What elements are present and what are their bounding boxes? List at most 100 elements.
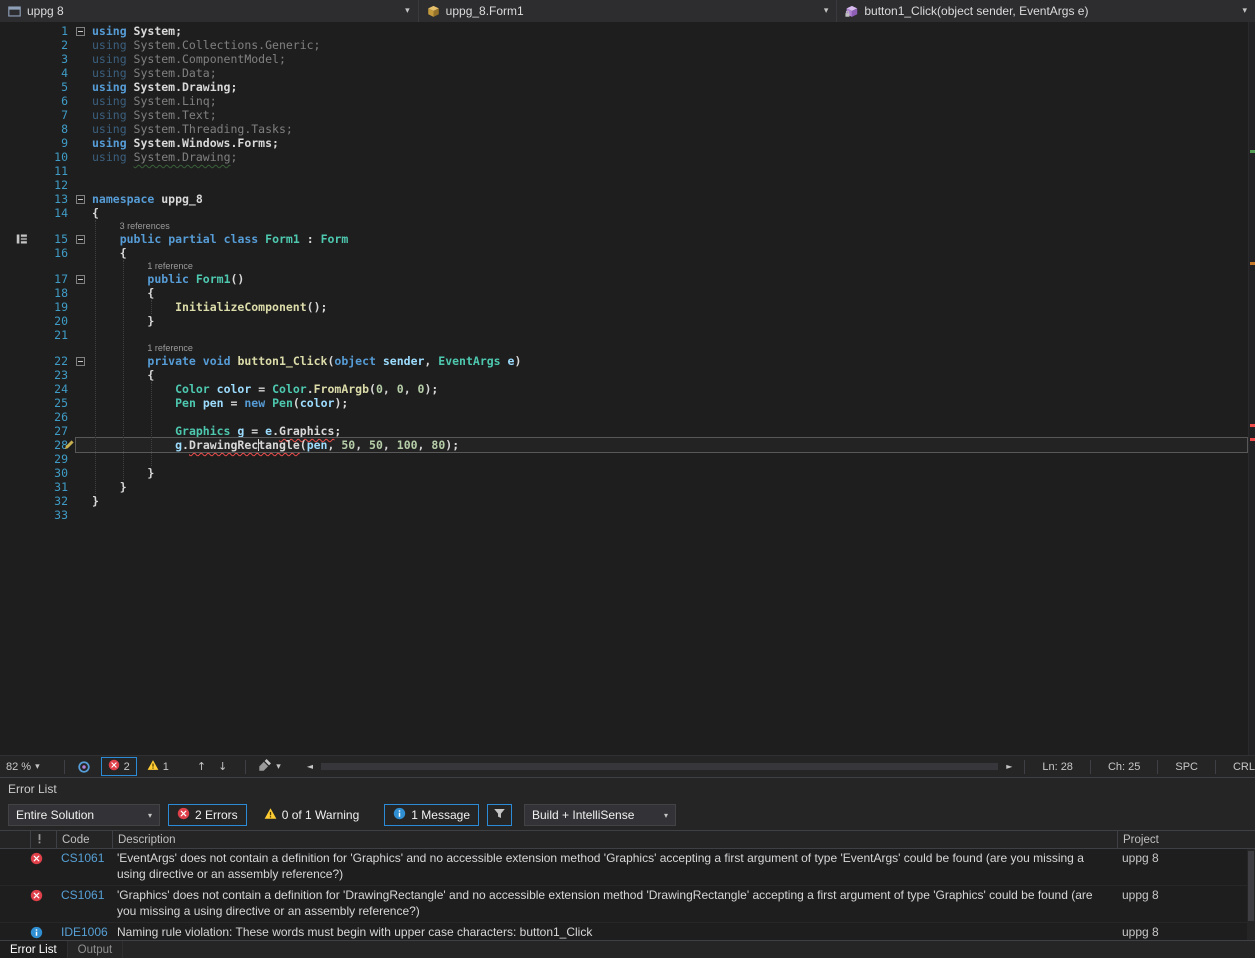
code-line-22[interactable]: 22 private void button1_Click(object sen… [0, 354, 1247, 368]
warning-count-button[interactable]: 1 [141, 756, 175, 777]
code-line-19[interactable]: 19 InitializeComponent(); [0, 300, 1247, 314]
description-column-header[interactable]: Description [112, 831, 1117, 848]
next-issue-button[interactable]: ↓ [212, 756, 233, 777]
fold-collapse-icon[interactable] [76, 26, 85, 36]
messages-filter-button[interactable]: 1 Message [384, 804, 479, 826]
filter-button[interactable] [487, 804, 512, 826]
line-number[interactable]: 23 [26, 368, 68, 382]
error-code-link[interactable]: CS1061 [56, 888, 112, 902]
error-list-row[interactable]: CS1061 'EventArgs' does not contain a def… [0, 849, 1255, 886]
project-dropdown[interactable]: uppg 8 ▾ [0, 0, 419, 22]
outline-margin[interactable] [76, 232, 92, 246]
error-list-scrollbar[interactable] [1247, 849, 1255, 940]
line-number[interactable]: 7 [26, 108, 68, 122]
fold-collapse-icon[interactable] [76, 274, 85, 284]
outline-margin[interactable] [76, 272, 92, 286]
error-code-link[interactable]: CS1061 [56, 851, 112, 865]
code-line-7[interactable]: 7 using System.Text; [0, 108, 1247, 122]
line-number[interactable]: 6 [26, 94, 68, 108]
reference-count-label[interactable]: 1 reference [92, 260, 193, 272]
tab-error-list[interactable]: Error List [0, 941, 68, 958]
space-mode-indicator[interactable]: SPC [1164, 761, 1209, 773]
code-line-31[interactable]: 31 } [0, 480, 1247, 494]
fold-collapse-icon[interactable] [76, 194, 85, 204]
error-code-link[interactable]: IDE1006 [56, 925, 112, 939]
code-line-13[interactable]: 13 namespace uppg_8 [0, 192, 1247, 206]
outline-margin[interactable] [76, 24, 92, 38]
line-number[interactable]: 13 [26, 192, 68, 206]
code-line-28[interactable]: 28 g.DrawingRectangle(pen, 50, 50, 100, … [0, 437, 1248, 453]
line-number[interactable]: 30 [26, 466, 68, 480]
line-number[interactable]: 27 [26, 424, 68, 438]
code-line-26[interactable]: 26 [0, 410, 1247, 424]
line-number[interactable]: 33 [26, 508, 68, 522]
line-number[interactable]: 11 [26, 164, 68, 178]
code-line-11[interactable]: 11 [0, 164, 1247, 178]
code-line-16[interactable]: 16 { [0, 246, 1247, 260]
code-line-6[interactable]: 6 using System.Linq; [0, 94, 1247, 108]
vertical-scrollbar[interactable] [1248, 22, 1255, 755]
code-column-header[interactable]: Code [56, 831, 112, 848]
line-number[interactable]: 1 [26, 24, 68, 38]
code-editor[interactable]: 1 using System; 2 using System.Collections.… [0, 22, 1255, 755]
line-number[interactable]: 9 [26, 136, 68, 150]
line-number[interactable]: 28 [26, 438, 68, 452]
document-health-icon[interactable] [71, 756, 97, 777]
line-indicator[interactable]: Ln: 28 [1031, 761, 1084, 773]
scope-filter-dropdown[interactable]: Entire Solution ▾ [8, 804, 160, 826]
error-count-button[interactable]: 2 [100, 757, 137, 776]
fold-collapse-icon[interactable] [76, 234, 85, 244]
line-number[interactable]: 26 [26, 410, 68, 424]
line-number[interactable]: 24 [26, 382, 68, 396]
error-list-row[interactable]: IDE1006 Naming rule violation: These word… [0, 923, 1255, 940]
code-line-20[interactable]: 20 } [0, 314, 1247, 328]
code-line-15[interactable]: 15 public partial class Form1 : Form [0, 232, 1247, 246]
line-number[interactable]: 8 [26, 122, 68, 136]
line-number[interactable]: 5 [26, 80, 68, 94]
line-ending-indicator[interactable]: CRL [1222, 761, 1255, 773]
line-number[interactable]: 21 [26, 328, 68, 342]
previous-issue-button[interactable]: ↑ [191, 756, 212, 777]
line-number[interactable]: 4 [26, 66, 68, 80]
line-number[interactable]: 29 [26, 452, 68, 466]
code-line-18[interactable]: 18 { [0, 286, 1247, 300]
codelens-annotation[interactable]: 1 reference [0, 342, 1247, 354]
line-number[interactable]: 32 [26, 494, 68, 508]
line-number[interactable]: 18 [26, 286, 68, 300]
code-line-3[interactable]: 3 using System.ComponentModel; [0, 52, 1247, 66]
line-number[interactable]: 25 [26, 396, 68, 410]
line-number[interactable]: 10 [26, 150, 68, 164]
code-line-30[interactable]: 30 } [0, 466, 1247, 480]
code-line-5[interactable]: 5 using System.Drawing; [0, 80, 1247, 94]
code-line-27[interactable]: 27 Graphics g = e.Graphics; [0, 424, 1247, 438]
zoom-control[interactable]: 82 % ▾ [0, 756, 46, 777]
code-line-23[interactable]: 23 { [0, 368, 1247, 382]
member-dropdown[interactable]: button1_Click(object sender, EventArgs e… [837, 0, 1255, 22]
code-line-21[interactable]: 21 [0, 328, 1247, 342]
line-number[interactable]: 15 [26, 232, 68, 246]
tab-output[interactable]: Output [68, 941, 124, 958]
reference-count-label[interactable]: 1 reference [92, 342, 193, 354]
errors-filter-button[interactable]: 2 Errors [168, 804, 247, 826]
code-line-32[interactable]: 32} [0, 494, 1247, 508]
line-number[interactable]: 2 [26, 38, 68, 52]
code-line-29[interactable]: 29 [0, 452, 1247, 466]
line-number[interactable]: 3 [26, 52, 68, 66]
scroll-right-button[interactable]: ► [1000, 756, 1018, 777]
scrollbar-thumb[interactable] [1248, 851, 1254, 921]
code-line-14[interactable]: 14 { [0, 206, 1247, 220]
horizontal-scrollbar-thumb[interactable] [320, 763, 999, 770]
codelens-annotation[interactable]: 1 reference [0, 260, 1247, 272]
line-number[interactable]: 14 [26, 206, 68, 220]
source-filter-dropdown[interactable]: Build + IntelliSense ▾ [524, 804, 676, 826]
code-line-4[interactable]: 4 using System.Data; [0, 66, 1247, 80]
code-line-24[interactable]: 24 Color color = Color.FromArgb(0, 0, 0)… [0, 382, 1247, 396]
code-line-10[interactable]: 10 using System.Drawing; [0, 150, 1247, 164]
code-line-12[interactable]: 12 [0, 178, 1247, 192]
line-number[interactable]: 20 [26, 314, 68, 328]
error-list-row[interactable]: CS1061 'Graphics' does not contain a defi… [0, 886, 1255, 923]
scroll-left-button[interactable]: ◄ [301, 756, 319, 777]
line-number[interactable]: 12 [26, 178, 68, 192]
code-line-25[interactable]: 25 Pen pen = new Pen(color); [0, 396, 1247, 410]
code-line-9[interactable]: 9 using System.Windows.Forms; [0, 136, 1247, 150]
